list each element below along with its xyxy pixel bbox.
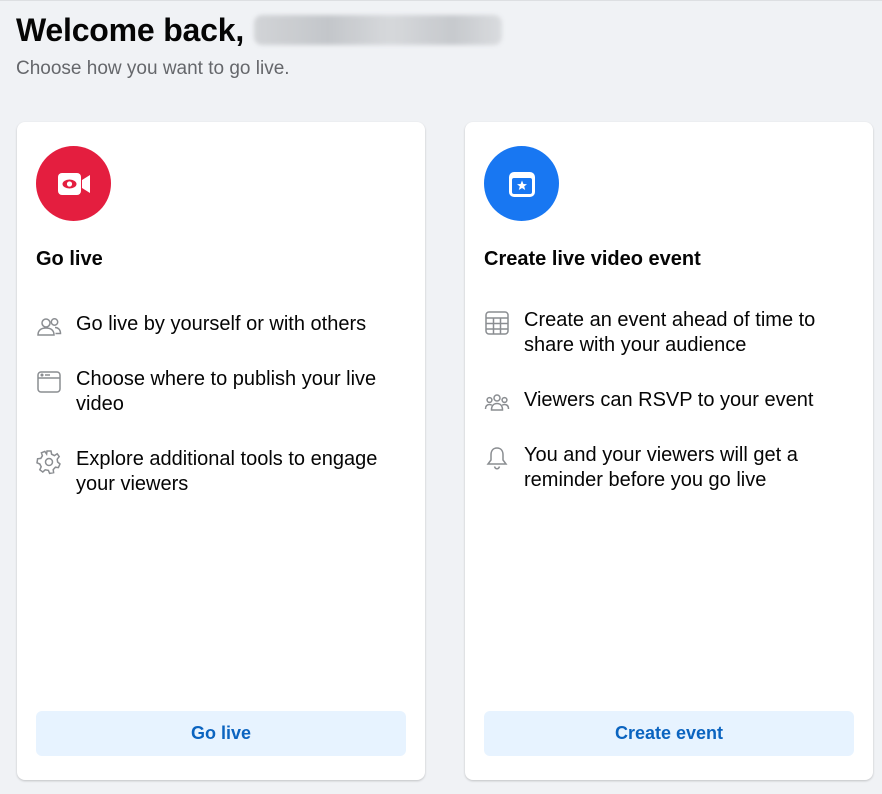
feature-item: Viewers can RSVP to your event [484,388,854,413]
window-icon [36,369,62,395]
calendar-grid-icon [484,310,510,336]
create-event-features: Create an event ahead of time to share w… [484,308,854,523]
feature-item: You and your viewers will get a reminder… [484,443,854,493]
feature-text: Explore additional tools to engage your … [76,448,378,495]
feature-text: Go live by yourself or with others [76,313,367,335]
feature-text: Choose where to publish your live video [76,368,377,415]
bell-icon [484,445,510,471]
card-title-go-live: Go live [36,248,103,270]
feature-text: Create an event ahead of time to share w… [524,309,816,356]
calendar-star-icon [484,146,559,221]
go-live-card: Go live Go live by yourself or with othe… [17,122,425,780]
gear-icon [36,449,62,475]
go-live-button[interactable]: Go live [36,711,406,756]
top-divider [0,0,882,1]
welcome-row: Welcome back, [16,8,866,52]
page-header: Welcome back, Choose how you want to go … [16,8,866,82]
create-event-button[interactable]: Create event [484,711,854,756]
page-subtitle: Choose how you want to go live. [16,58,290,79]
feature-item: Go live by yourself or with others [36,312,406,337]
feature-text: You and your viewers will get a reminder… [524,444,798,491]
blurred-user-name [254,15,503,45]
welcome-title: Welcome back, [16,12,245,48]
feature-item: Create an event ahead of time to share w… [484,308,854,358]
people-icon [36,314,62,340]
video-camera-icon [36,146,111,221]
feature-text: Viewers can RSVP to your event [524,389,814,411]
group-icon [484,390,510,416]
go-live-features: Go live by yourself or with others Choos… [36,312,406,527]
go-live-page: Welcome back, Choose how you want to go … [0,0,882,794]
feature-item: Explore additional tools to engage your … [36,447,406,497]
feature-item: Choose where to publish your live video [36,367,406,417]
card-title-create-event: Create live video event [484,248,701,270]
create-event-card: Create live video event Create an event … [465,122,873,780]
